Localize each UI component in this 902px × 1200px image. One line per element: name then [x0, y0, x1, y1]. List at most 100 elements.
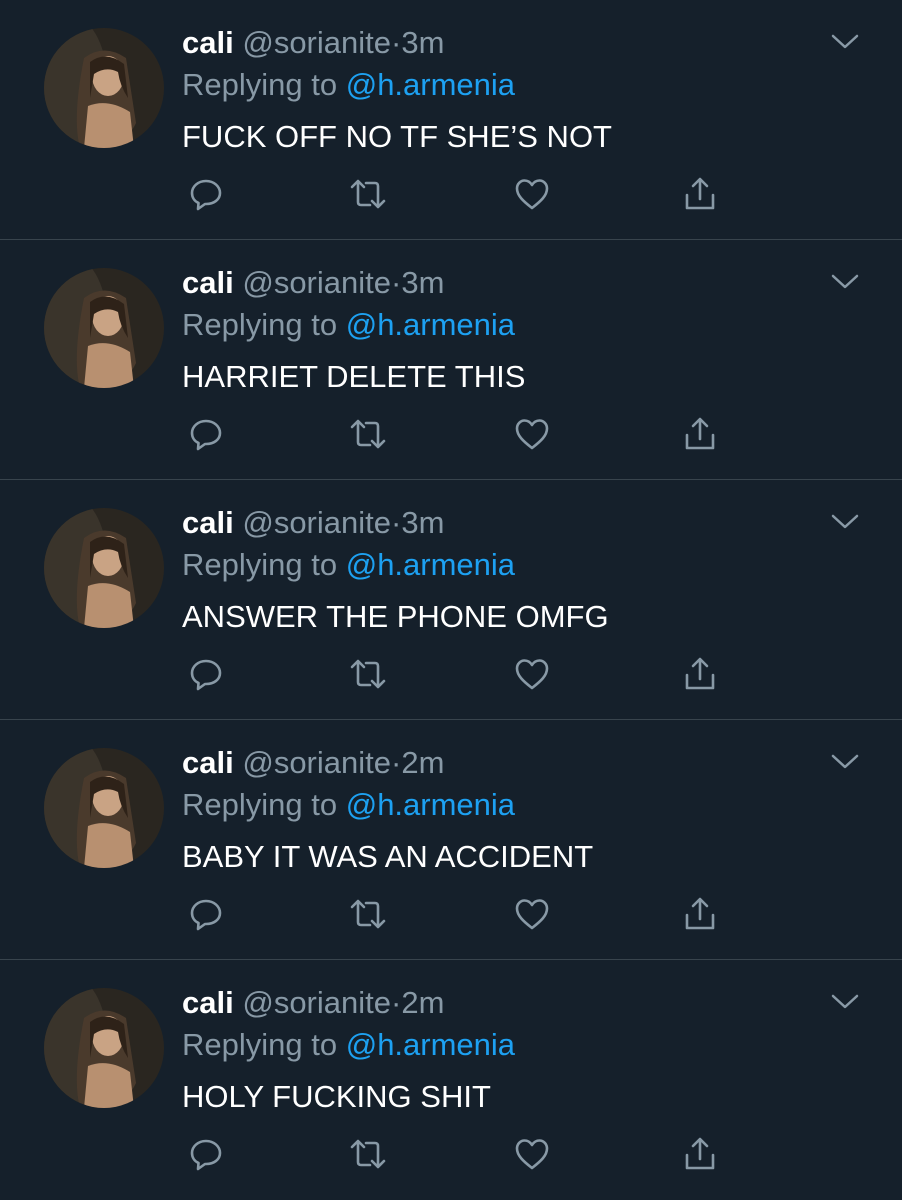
author-handle[interactable]: @sorianite [242, 265, 391, 300]
replying-to-label: Replying to [182, 547, 338, 582]
replying-to-label: Replying to [182, 1027, 338, 1062]
retweet-icon [348, 1136, 388, 1177]
retweet-icon [348, 416, 388, 457]
heart-icon [513, 1136, 551, 1177]
tweet-header: cali @sorianite·3m [182, 264, 832, 302]
chevron-down-icon[interactable] [830, 512, 860, 532]
like-button[interactable] [512, 416, 552, 456]
mention-link[interactable]: @h.armenia [346, 307, 515, 342]
share-icon [682, 655, 718, 698]
share-button[interactable] [680, 416, 720, 456]
avatar[interactable] [44, 508, 164, 628]
share-icon [682, 1135, 718, 1178]
tweet-text: BABY IT WAS AN ACCIDENT [182, 839, 594, 874]
heart-icon [513, 656, 551, 697]
tweet-text: HOLY FUCKING SHIT [182, 1079, 491, 1114]
share-icon [682, 895, 718, 938]
replying-to-label: Replying to [182, 787, 338, 822]
tweet-actions [186, 896, 726, 936]
chevron-down-icon[interactable] [830, 992, 860, 1012]
tweet-content: cali @sorianite·3m Replying to @h.armeni… [182, 504, 832, 638]
share-button[interactable] [680, 896, 720, 936]
tweet-content: cali @sorianite·2m Replying to @h.armeni… [182, 744, 832, 878]
reply-button[interactable] [186, 416, 226, 456]
replying-to: Replying to @h.armenia [182, 784, 832, 826]
replying-to: Replying to @h.armenia [182, 544, 832, 586]
share-button[interactable] [680, 1136, 720, 1176]
timestamp[interactable]: 3m [401, 505, 444, 540]
author-handle[interactable]: @sorianite [242, 745, 391, 780]
mention-link[interactable]: @h.armenia [346, 1027, 515, 1062]
retweet-button[interactable] [348, 416, 388, 456]
heart-icon [513, 176, 551, 217]
timestamp[interactable]: 3m [401, 265, 444, 300]
tweet[interactable]: cali @sorianite·2m Replying to @h.armeni… [0, 720, 902, 960]
retweet-button[interactable] [348, 656, 388, 696]
retweet-button[interactable] [348, 896, 388, 936]
reply-button[interactable] [186, 176, 226, 216]
retweet-icon [348, 896, 388, 937]
avatar[interactable] [44, 268, 164, 388]
like-button[interactable] [512, 656, 552, 696]
tweet[interactable]: cali @sorianite·3m Replying to @h.armeni… [0, 0, 902, 240]
tweet-actions [186, 176, 726, 216]
author-handle[interactable]: @sorianite [242, 505, 391, 540]
timestamp[interactable]: 2m [401, 745, 444, 780]
like-button[interactable] [512, 176, 552, 216]
reply-button[interactable] [186, 1136, 226, 1176]
share-button[interactable] [680, 176, 720, 216]
tweet-header: cali @sorianite·2m [182, 984, 832, 1022]
separator-dot: · [391, 25, 402, 60]
mention-link[interactable]: @h.armenia [346, 547, 515, 582]
like-button[interactable] [512, 1136, 552, 1176]
reply-button[interactable] [186, 656, 226, 696]
author-name[interactable]: cali [182, 265, 234, 300]
avatar[interactable] [44, 748, 164, 868]
tweet-content: cali @sorianite·3m Replying to @h.armeni… [182, 264, 832, 398]
reply-icon [188, 416, 224, 457]
tweet-header: cali @sorianite·3m [182, 24, 832, 62]
share-button[interactable] [680, 656, 720, 696]
reply-icon [188, 1136, 224, 1177]
reply-icon [188, 176, 224, 217]
chevron-down-icon[interactable] [830, 272, 860, 292]
tweet[interactable]: cali @sorianite·2m Replying to @h.armeni… [0, 960, 902, 1200]
replying-to-label: Replying to [182, 307, 338, 342]
replying-to: Replying to @h.armenia [182, 304, 832, 346]
avatar[interactable] [44, 988, 164, 1108]
like-button[interactable] [512, 896, 552, 936]
author-name[interactable]: cali [182, 505, 234, 540]
separator-dot: · [391, 265, 402, 300]
tweet-content: cali @sorianite·3m Replying to @h.armeni… [182, 24, 832, 158]
tweet[interactable]: cali @sorianite·3m Replying to @h.armeni… [0, 480, 902, 720]
timestamp[interactable]: 3m [401, 25, 444, 60]
separator-dot: · [391, 505, 402, 540]
author-handle[interactable]: @sorianite [242, 25, 391, 60]
replying-to: Replying to @h.armenia [182, 1024, 832, 1066]
chevron-down-icon[interactable] [830, 752, 860, 772]
tweet-actions [186, 1136, 726, 1176]
reply-button[interactable] [186, 896, 226, 936]
avatar[interactable] [44, 28, 164, 148]
retweet-button[interactable] [348, 1136, 388, 1176]
replying-to: Replying to @h.armenia [182, 64, 832, 106]
author-name[interactable]: cali [182, 985, 234, 1020]
mention-link[interactable]: @h.armenia [346, 67, 515, 102]
tweet-text: FUCK OFF NO TF SHE’S NOT [182, 119, 612, 154]
reply-icon [188, 896, 224, 937]
tweet-actions [186, 656, 726, 696]
tweet-header: cali @sorianite·3m [182, 504, 832, 542]
author-handle[interactable]: @sorianite [242, 985, 391, 1020]
separator-dot: · [391, 745, 402, 780]
timestamp[interactable]: 2m [401, 985, 444, 1020]
tweet[interactable]: cali @sorianite·3m Replying to @h.armeni… [0, 240, 902, 480]
retweet-icon [348, 176, 388, 217]
author-name[interactable]: cali [182, 25, 234, 60]
share-icon [682, 175, 718, 218]
tweet-header: cali @sorianite·2m [182, 744, 832, 782]
replying-to-label: Replying to [182, 67, 338, 102]
mention-link[interactable]: @h.armenia [346, 787, 515, 822]
retweet-button[interactable] [348, 176, 388, 216]
author-name[interactable]: cali [182, 745, 234, 780]
chevron-down-icon[interactable] [830, 32, 860, 52]
